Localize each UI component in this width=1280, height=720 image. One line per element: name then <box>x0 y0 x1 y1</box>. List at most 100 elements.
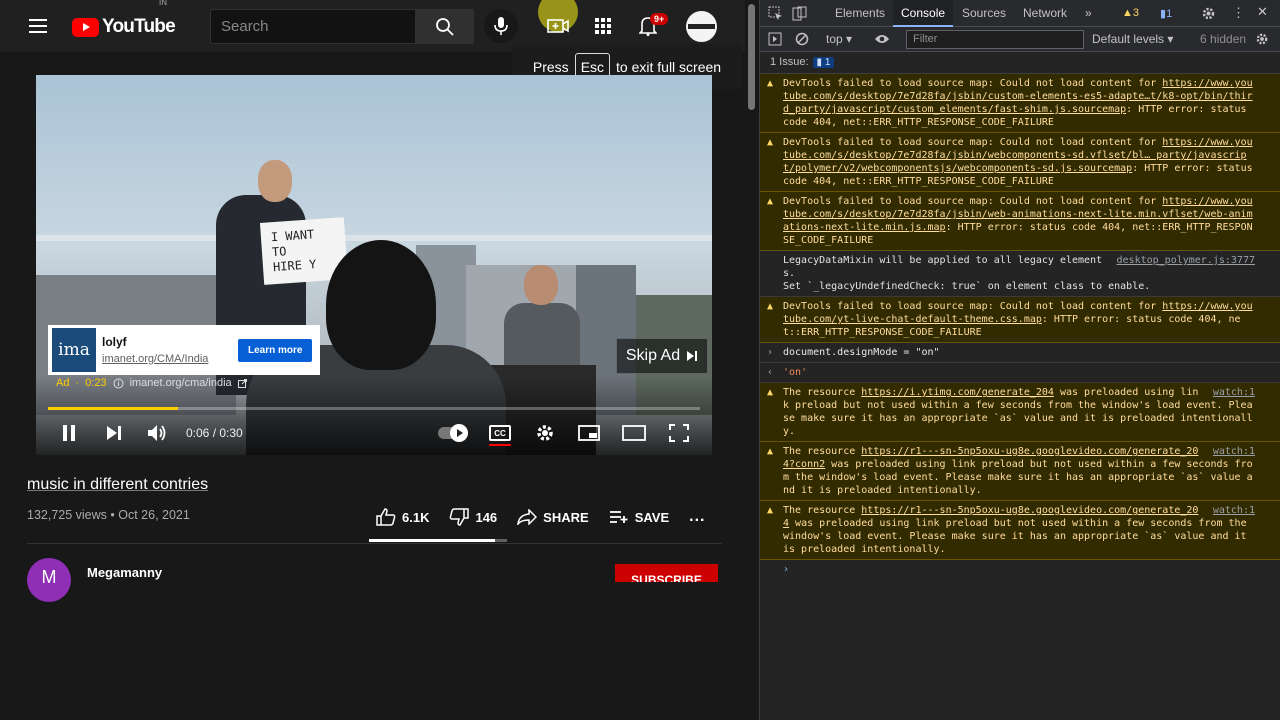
message-counter[interactable]: ▮1 <box>1160 7 1172 20</box>
console-message-warn: ▲ DevTools failed to load source map: Cou… <box>760 192 1280 251</box>
account-avatar[interactable] <box>686 11 717 42</box>
inspect-element-icon[interactable] <box>768 6 783 21</box>
apps-button[interactable] <box>590 13 616 39</box>
pause-button[interactable] <box>56 420 82 446</box>
message-text: LegacyDataMixin will be applied to all l… <box>783 255 1151 292</box>
clear-console-icon[interactable] <box>795 32 809 46</box>
close-icon[interactable]: ✕ <box>1257 4 1268 20</box>
warning-icon: ▲ <box>767 137 774 148</box>
input-chevron-icon: › <box>767 347 774 358</box>
share-label: SHARE <box>543 509 589 525</box>
youtube-logo[interactable]: YouTube <box>72 16 176 38</box>
console-toolbar: top ▾ Filter Default levels ▾ 6 hidden <box>760 27 1280 52</box>
console-message-input: › document.designMode = "on" <box>760 343 1280 363</box>
youtube-pane: YouTube IN Search 9+ Press Esc to exit f… <box>0 0 745 720</box>
captions-button[interactable]: CC <box>489 425 511 441</box>
warning-counter[interactable]: ▲3 <box>1122 7 1139 19</box>
skip-ad-button[interactable]: Skip Ad <box>616 338 708 374</box>
context-selector[interactable]: top ▾ <box>826 32 852 46</box>
progress-bar[interactable] <box>48 407 700 410</box>
sidebar-toggle-icon[interactable] <box>768 32 782 46</box>
issues-bar[interactable]: 1 Issue: ▮ 1 <box>760 52 1280 74</box>
more-dots-icon: ... <box>689 508 706 525</box>
page-scrollbar-thumb[interactable] <box>748 4 755 110</box>
ad-link[interactable]: imanet.org/cma/india <box>130 377 232 389</box>
tab-sources[interactable]: Sources <box>954 0 1014 27</box>
share-icon <box>517 509 538 525</box>
message-text: DevTools failed to load source map: Coul… <box>783 137 1163 148</box>
toast-press: Press <box>532 58 569 75</box>
tab-elements[interactable]: Elements <box>827 0 893 27</box>
message-tail: was preloaded using link preload but not… <box>783 459 1253 496</box>
issues-count-chip[interactable]: ▮ 1 <box>812 57 835 68</box>
ad-url[interactable]: imanet.org/CMA/India <box>102 353 234 365</box>
channel-name[interactable]: Megamanny <box>87 565 162 580</box>
console-messages: ▲ DevTools failed to load source map: Cou… <box>760 74 1280 580</box>
console-prompt-input[interactable]: › <box>760 560 1280 580</box>
toast-suffix: to exit full screen <box>616 58 722 75</box>
apps-grid-icon <box>595 18 611 34</box>
devtools-pane: Elements Console Sources Network » ▲3 ▮1… <box>759 0 1280 720</box>
gear-icon[interactable] <box>1201 6 1216 21</box>
log-levels-value: Default levels <box>1092 32 1165 46</box>
search-button[interactable] <box>416 9 474 44</box>
video-title: music in different contries <box>27 476 209 493</box>
ad-title: lolyf <box>102 335 127 349</box>
settings-button[interactable] <box>532 420 558 446</box>
kebab-menu-icon[interactable]: ⋮ <box>1232 5 1245 21</box>
create-video-button[interactable] <box>545 13 571 39</box>
add-to-playlist-icon <box>609 511 628 523</box>
autoplay-knob <box>450 424 468 442</box>
like-button[interactable]: 6.1K <box>376 508 429 526</box>
console-settings-gear-icon[interactable] <box>1255 32 1269 46</box>
context-value: top <box>826 32 843 46</box>
dislike-button[interactable]: 146 <box>449 508 497 526</box>
video-meta: 132,725 views • Oct 26, 2021 <box>27 508 190 522</box>
ad-logo: ima <box>52 328 96 372</box>
message-source-link[interactable]: watch:1 <box>1213 386 1255 399</box>
subscribe-button[interactable]: SUBSCRIBE <box>615 564 718 582</box>
external-link-icon <box>237 378 247 388</box>
more-actions-button[interactable]: ... <box>689 508 705 526</box>
miniplayer-icon <box>578 425 600 441</box>
man-with-sign-head <box>258 160 292 202</box>
message-text: The resource <box>783 387 862 398</box>
log-levels-dropdown[interactable]: Default levels ▾ <box>1092 32 1173 46</box>
menu-icon[interactable] <box>29 19 47 33</box>
console-message-warn: ▲ DevTools failed to load source map: Cou… <box>760 74 1280 133</box>
miniplayer-button[interactable] <box>576 420 602 446</box>
save-button[interactable]: SAVE <box>609 510 669 525</box>
eye-icon[interactable] <box>874 33 890 45</box>
warning-icon: ▲ <box>767 505 774 516</box>
sign-text: I WANT TO HIRE Y <box>270 227 317 275</box>
like-ratio-fill <box>369 539 495 542</box>
ad-overlay-card[interactable]: ima lolyf imanet.org/CMA/India Learn mor… <box>48 325 320 375</box>
skip-next-icon <box>687 351 698 361</box>
tab-network[interactable]: Network <box>1015 0 1075 27</box>
play-icon <box>457 429 463 437</box>
volume-button[interactable] <box>144 420 170 446</box>
tab-console[interactable]: Console <box>893 0 954 27</box>
device-toolbar-icon[interactable] <box>792 6 807 21</box>
message-source-link[interactable]: desktop_polymer.js:3777 <box>1117 254 1255 267</box>
more-tabs-button[interactable]: » <box>1077 0 1100 27</box>
share-button[interactable]: SHARE <box>517 509 589 525</box>
message-url-link[interactable]: https://i.ytimg.com/generate_204 <box>861 387 1054 398</box>
notification-badge: 9+ <box>650 13 669 25</box>
learn-more-button[interactable]: Learn more <box>238 338 313 362</box>
message-text: The resource <box>783 446 862 457</box>
message-source-link[interactable]: watch:1 <box>1213 504 1255 517</box>
captions-active-indicator <box>489 444 511 446</box>
console-filter-input[interactable]: Filter <box>906 30 1084 49</box>
channel-avatar[interactable]: M <box>27 558 71 602</box>
info-icon[interactable] <box>113 378 124 389</box>
warning-icon: ▲ <box>767 301 774 312</box>
voice-search-button[interactable] <box>484 9 518 43</box>
message-source-link[interactable]: watch:1 <box>1213 445 1255 458</box>
console-message-warn: ▲ watch:1 The resource https://i.ytimg.com… <box>760 383 1280 442</box>
next-button[interactable] <box>101 420 127 446</box>
theater-mode-button[interactable] <box>621 420 647 446</box>
fullscreen-button[interactable] <box>666 420 692 446</box>
video-player[interactable]: I WANT TO HIRE Y ima lolyf imanet.org/CM… <box>36 75 712 455</box>
search-input[interactable]: Search <box>210 9 416 44</box>
